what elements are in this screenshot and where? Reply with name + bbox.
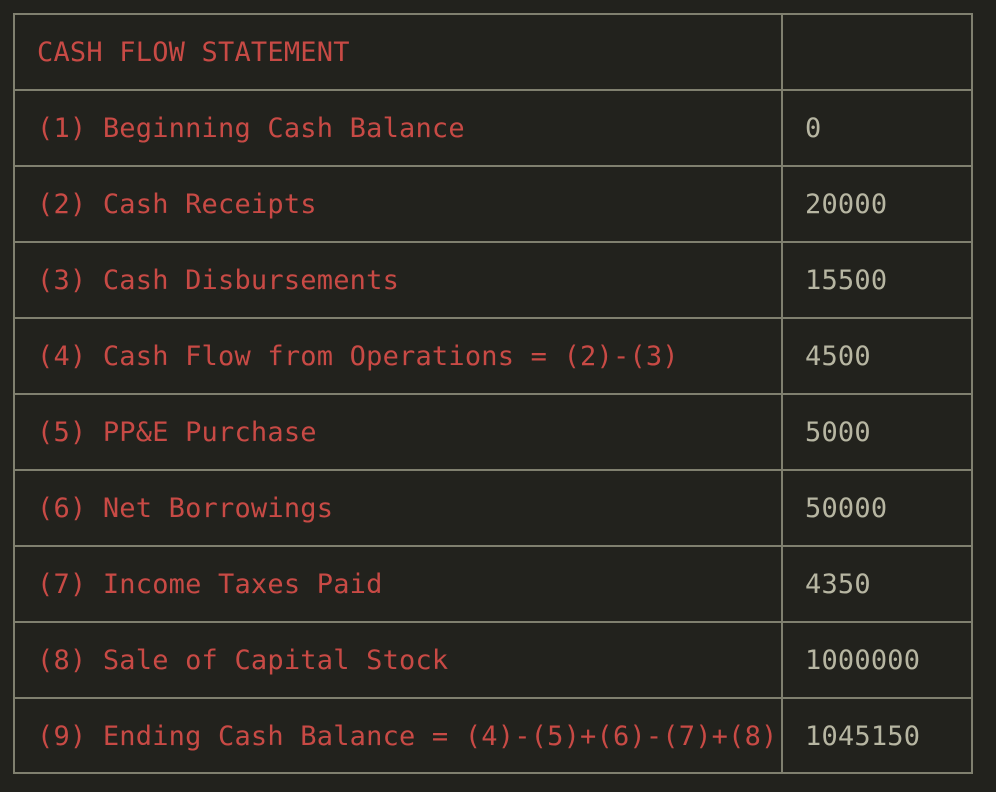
row-value-cash-disbursements[interactable]: 15500 [781,241,973,319]
table-row: (2) Cash Receipts 20000 [15,165,973,243]
row-label-cash-disbursements[interactable]: (3) Cash Disbursements [15,241,783,319]
statement-title[interactable]: CASH FLOW STATEMENT [15,15,783,91]
table-row: (7) Income Taxes Paid 4350 [15,545,973,623]
table-row: (5) PP&E Purchase 5000 [15,393,973,471]
row-label-beginning-cash[interactable]: (1) Beginning Cash Balance [15,89,783,167]
row-label-income-taxes-paid[interactable]: (7) Income Taxes Paid [15,545,783,623]
row-value-beginning-cash[interactable]: 0 [781,89,973,167]
row-value-cash-flow-operations[interactable]: 4500 [781,317,973,395]
row-value-cash-receipts[interactable]: 20000 [781,165,973,243]
row-label-sale-capital-stock[interactable]: (8) Sale of Capital Stock [15,621,783,699]
row-label-net-borrowings[interactable]: (6) Net Borrowings [15,469,783,547]
row-value-ppe-purchase[interactable]: 5000 [781,393,973,471]
table-row: (6) Net Borrowings 50000 [15,469,973,547]
table-row: (9) Ending Cash Balance = (4)-(5)+(6)-(7… [15,697,973,773]
table-row: (4) Cash Flow from Operations = (2)-(3) … [15,317,973,395]
row-label-ending-cash[interactable]: (9) Ending Cash Balance = (4)-(5)+(6)-(7… [15,697,783,773]
table-header-row: CASH FLOW STATEMENT [15,15,973,91]
row-label-ppe-purchase[interactable]: (5) PP&E Purchase [15,393,783,471]
cash-flow-sheet: CASH FLOW STATEMENT (1) Beginning Cash B… [13,13,973,774]
table-row: (8) Sale of Capital Stock 1000000 [15,621,973,699]
table-row: (1) Beginning Cash Balance 0 [15,89,973,167]
table-row: (3) Cash Disbursements 15500 [15,241,973,319]
row-label-cash-receipts[interactable]: (2) Cash Receipts [15,165,783,243]
row-value-ending-cash[interactable]: 1045150 [781,697,973,773]
row-value-income-taxes-paid[interactable]: 4350 [781,545,973,623]
row-label-cash-flow-operations[interactable]: (4) Cash Flow from Operations = (2)-(3) [15,317,783,395]
cash-flow-table: CASH FLOW STATEMENT (1) Beginning Cash B… [15,15,973,773]
row-value-net-borrowings[interactable]: 50000 [781,469,973,547]
row-value-sale-capital-stock[interactable]: 1000000 [781,621,973,699]
statement-title-value[interactable] [781,15,973,91]
